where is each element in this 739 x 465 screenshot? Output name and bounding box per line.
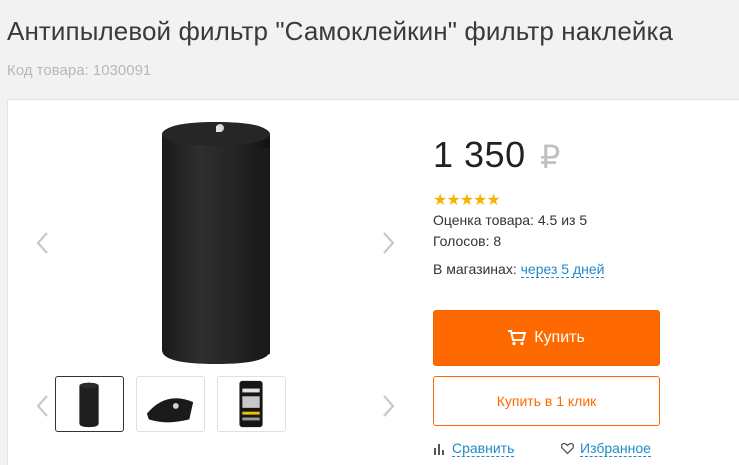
thumb-next-chevron-right-icon[interactable]	[378, 393, 398, 419]
availability-label: В магазинах:	[433, 261, 517, 277]
availability: В магазинах: через 5 дней	[433, 261, 605, 278]
cart-icon	[508, 330, 527, 346]
one-click-buy-button[interactable]: Купить в 1 клик	[433, 376, 660, 426]
chevron-left-icon[interactable]	[33, 230, 53, 256]
product-card: 1 350 ₽ ★★★★★ Оценка товара: 4.5 из 5 Го…	[7, 99, 739, 465]
product-price: 1 350	[433, 134, 526, 175]
rating-score: Оценка товара: 4.5 из 5	[433, 212, 588, 228]
bar-chart-icon	[433, 442, 446, 455]
thumbnail-3[interactable]	[217, 376, 286, 432]
thumbnail-1[interactable]	[55, 376, 124, 432]
rating-votes: Голосов: 8	[433, 233, 502, 249]
buy-button[interactable]: Купить	[433, 310, 660, 366]
thumb-prev-chevron-left-icon[interactable]	[33, 393, 53, 419]
chevron-right-icon[interactable]	[378, 230, 398, 256]
favorite-link[interactable]: Избранное	[561, 440, 651, 457]
buy-button-label: Купить	[534, 329, 585, 346]
heart-icon	[561, 442, 574, 455]
product-sku: Код товара: 1030091	[7, 62, 152, 79]
compare-label: Сравнить	[452, 440, 515, 457]
compare-link[interactable]: Сравнить	[433, 440, 515, 457]
thumbnail-2[interactable]	[136, 376, 205, 432]
favorite-label: Избранное	[580, 440, 651, 457]
page-title: Антипылевой фильтр "Самоклейкин" фильтр …	[7, 16, 674, 46]
currency-symbol: ₽	[540, 139, 561, 175]
rating-stars-icon: ★★★★★	[433, 192, 501, 209]
product-main-image[interactable]	[158, 118, 278, 366]
availability-link[interactable]: через 5 дней	[520, 261, 605, 278]
